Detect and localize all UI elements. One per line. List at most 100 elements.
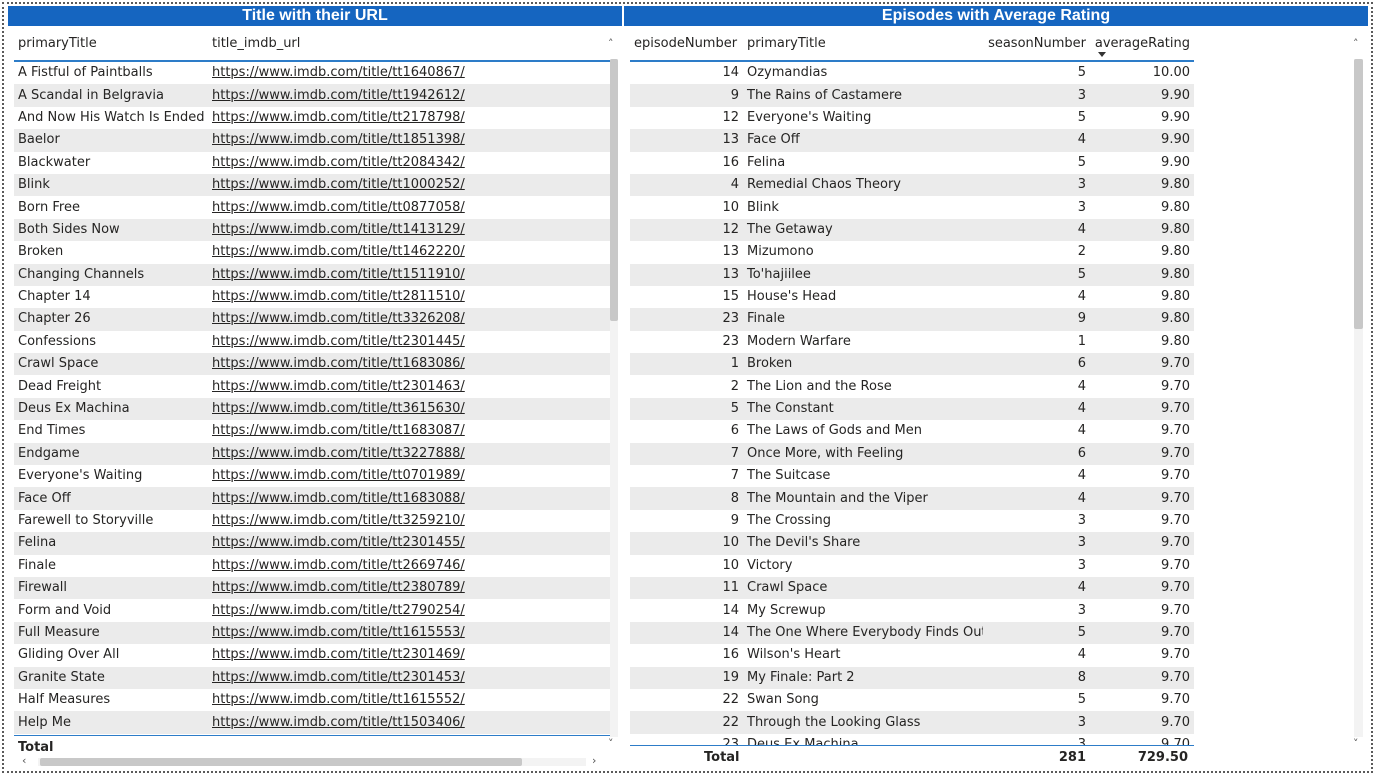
imdb-url-link[interactable]: https://www.imdb.com/title/tt1683088/ [212,491,465,506]
cell-title-url: https://www.imdb.com/title/tt2301455/ [208,532,610,554]
cell-title-url: https://www.imdb.com/title/tt2790254/ [208,599,610,621]
left-vertical-scrollbar[interactable] [610,59,618,737]
column-header-primary-title[interactable]: primaryTitle [14,27,208,61]
imdb-url-link[interactable]: https://www.imdb.com/title/tt1000252/ [212,177,465,192]
imdb-url-link[interactable]: https://www.imdb.com/title/tt1503406/ [212,715,465,730]
imdb-url-link[interactable]: https://www.imdb.com/title/tt2301455/ [212,535,465,550]
cell-title-url: https://www.imdb.com/title/tt1462220/ [208,241,610,263]
left-horizontal-scroll-thumb[interactable] [40,758,522,766]
cell-average-rating: 9.70 [1161,445,1190,461]
right-total-season: 281 [1058,750,1086,765]
imdb-url-link[interactable]: https://www.imdb.com/title/tt1851398/ [212,132,465,147]
left-vertical-scroll-thumb[interactable] [610,59,618,321]
table-row: Felina https://www.imdb.com/title/tt23014… [14,532,610,555]
imdb-url-link[interactable]: https://www.imdb.com/title/tt1942612/ [212,88,465,103]
table-row: 10 Victory 3 9.70 [630,554,1194,577]
table-row: 8 The Mountain and the Viper 4 9.70 [630,487,1194,510]
cell-season-number: 6 [1077,445,1086,461]
cell-title-url: https://www.imdb.com/title/tt0701989/ [208,465,610,487]
chevron-down-icon[interactable]: ˅ [1353,738,1359,750]
right-vertical-scroll-thumb[interactable] [1354,59,1363,329]
column-header-title-imdb-url[interactable]: title_imdb_url [208,27,610,61]
cell-primary-title: The Crossing [747,513,832,528]
imdb-url-link[interactable]: https://www.imdb.com/title/tt1511910/ [212,267,465,282]
imdb-url-link[interactable]: https://www.imdb.com/title/tt2301445/ [212,334,465,349]
cell-average-rating: 9.80 [1161,333,1190,349]
cell-average-rating: 9.70 [1161,557,1190,573]
table-row: 12 Everyone's Waiting 5 9.90 [630,106,1194,130]
cell-primary-title: House's Head [747,289,837,305]
imdb-url-link[interactable]: https://www.imdb.com/title/tt2380789/ [212,580,465,595]
imdb-url-link[interactable]: https://www.imdb.com/title/tt1462220/ [212,244,465,259]
imdb-url-link[interactable]: https://www.imdb.com/title/tt2301469/ [212,647,465,662]
imdb-url-link[interactable]: https://www.imdb.com/title/tt0877058/ [212,200,465,215]
cell-title-url: https://www.imdb.com/title/tt1615553/ [208,622,610,644]
cell-average-rating: 9.90 [1161,109,1190,125]
left-horizontal-scrollbar[interactable] [38,758,586,766]
cell-average-rating: 9.70 [1161,669,1190,685]
imdb-url-link[interactable]: https://www.imdb.com/title/tt3227888/ [212,446,465,461]
cell-average-rating: 9.80 [1161,289,1190,305]
imdb-url-link[interactable]: https://www.imdb.com/title/tt2084342/ [212,155,465,170]
cell-primary-title: Everyone's Waiting [747,109,872,125]
cell-episode-number: 22 [722,714,739,730]
cell-episode-number: 9 [730,87,739,103]
cell-primary-title: Baelor [18,132,60,148]
cell-title-url: https://www.imdb.com/title/tt1640867/ [208,61,610,84]
imdb-url-link[interactable]: https://www.imdb.com/title/tt1683087/ [212,423,465,438]
table-row: Chapter 14 https://www.imdb.com/title/tt2… [14,285,610,309]
table-row: A Fistful of Paintballs https://www.imdb.… [14,61,610,85]
table-row: Everyone's Waiting https://www.imdb.com/t… [14,465,610,488]
cell-season-number: 4 [1077,490,1086,506]
imdb-url-link[interactable]: https://www.imdb.com/title/tt2178798/ [212,110,465,125]
imdb-url-link[interactable]: https://www.imdb.com/title/tt3326208/ [212,311,465,326]
cell-primary-title: Felina [18,535,57,551]
right-vertical-scrollbar[interactable] [1354,59,1363,737]
table-row: 7 Once More, with Feeling 6 9.70 [630,442,1194,466]
imdb-url-link[interactable]: https://www.imdb.com/title/tt3259210/ [212,513,465,528]
table-row: Dead Freight https://www.imdb.com/title/t… [14,375,610,398]
imdb-url-link[interactable]: https://www.imdb.com/title/tt1640867/ [212,65,465,80]
column-header-season-number[interactable]: seasonNumber [983,27,1090,61]
cell-average-rating: 9.90 [1161,132,1190,148]
chevron-right-icon[interactable]: › [592,755,596,767]
chevron-down-icon[interactable]: ˅ [608,738,614,750]
cell-season-number: 5 [1077,266,1086,282]
imdb-url-link[interactable]: https://www.imdb.com/title/tt2301463/ [212,379,465,394]
imdb-url-link[interactable]: https://www.imdb.com/title/tt2301453/ [212,670,465,685]
cell-title-url: https://www.imdb.com/title/tt0877058/ [208,196,610,218]
column-header-primary-title[interactable]: primaryTitle [743,27,983,61]
cell-average-rating: 9.70 [1161,401,1190,417]
imdb-url-link[interactable]: https://www.imdb.com/title/tt0701989/ [212,468,465,483]
imdb-url-link[interactable]: https://www.imdb.com/title/tt3615630/ [212,401,465,416]
cell-average-rating: 9.80 [1161,199,1190,215]
imdb-url-link[interactable]: https://www.imdb.com/title/tt1615553/ [212,625,465,640]
table-row: 10 The Devil's Share 3 9.70 [630,532,1194,555]
chevron-left-icon[interactable]: ‹ [22,755,26,767]
cell-primary-title: Through the Looking Glass [747,714,921,730]
column-header-episode-number[interactable]: episodeNumber [630,27,743,61]
cell-average-rating: 9.70 [1161,468,1190,484]
cell-season-number: 4 [1077,647,1086,663]
title-url-table-body: A Fistful of Paintballs https://www.imdb.… [14,61,610,734]
chevron-up-icon[interactable]: ˄ [608,38,614,50]
cell-episode-number: 16 [722,647,739,663]
cell-average-rating: 9.80 [1161,221,1190,237]
chevron-up-icon[interactable]: ˄ [1353,38,1359,50]
imdb-url-link[interactable]: https://www.imdb.com/title/tt1413129/ [212,222,465,237]
cell-primary-title: The Laws of Gods and Men [747,423,922,439]
imdb-url-link[interactable]: https://www.imdb.com/title/tt2790254/ [212,603,465,618]
cell-season-number: 9 [1077,311,1086,327]
sort-descending-icon[interactable] [1098,52,1106,57]
table-row: Crawl Space https://www.imdb.com/title/tt… [14,353,610,376]
imdb-url-link[interactable]: https://www.imdb.com/title/tt1615552/ [212,692,465,707]
imdb-url-link[interactable]: https://www.imdb.com/title/tt2669746/ [212,558,465,573]
cell-season-number: 3 [1077,602,1086,618]
cell-primary-title: Half Measures [18,692,111,708]
cell-primary-title: Born Free [18,199,80,215]
episodes-rating-table-visual: episodeNumber primaryTitle seasonNumber … [630,27,1194,747]
cell-episode-number: 15 [722,289,739,305]
imdb-url-link[interactable]: https://www.imdb.com/title/tt1683086/ [212,356,465,371]
cell-episode-number: 10 [722,557,739,573]
imdb-url-link[interactable]: https://www.imdb.com/title/tt2811510/ [212,289,465,304]
